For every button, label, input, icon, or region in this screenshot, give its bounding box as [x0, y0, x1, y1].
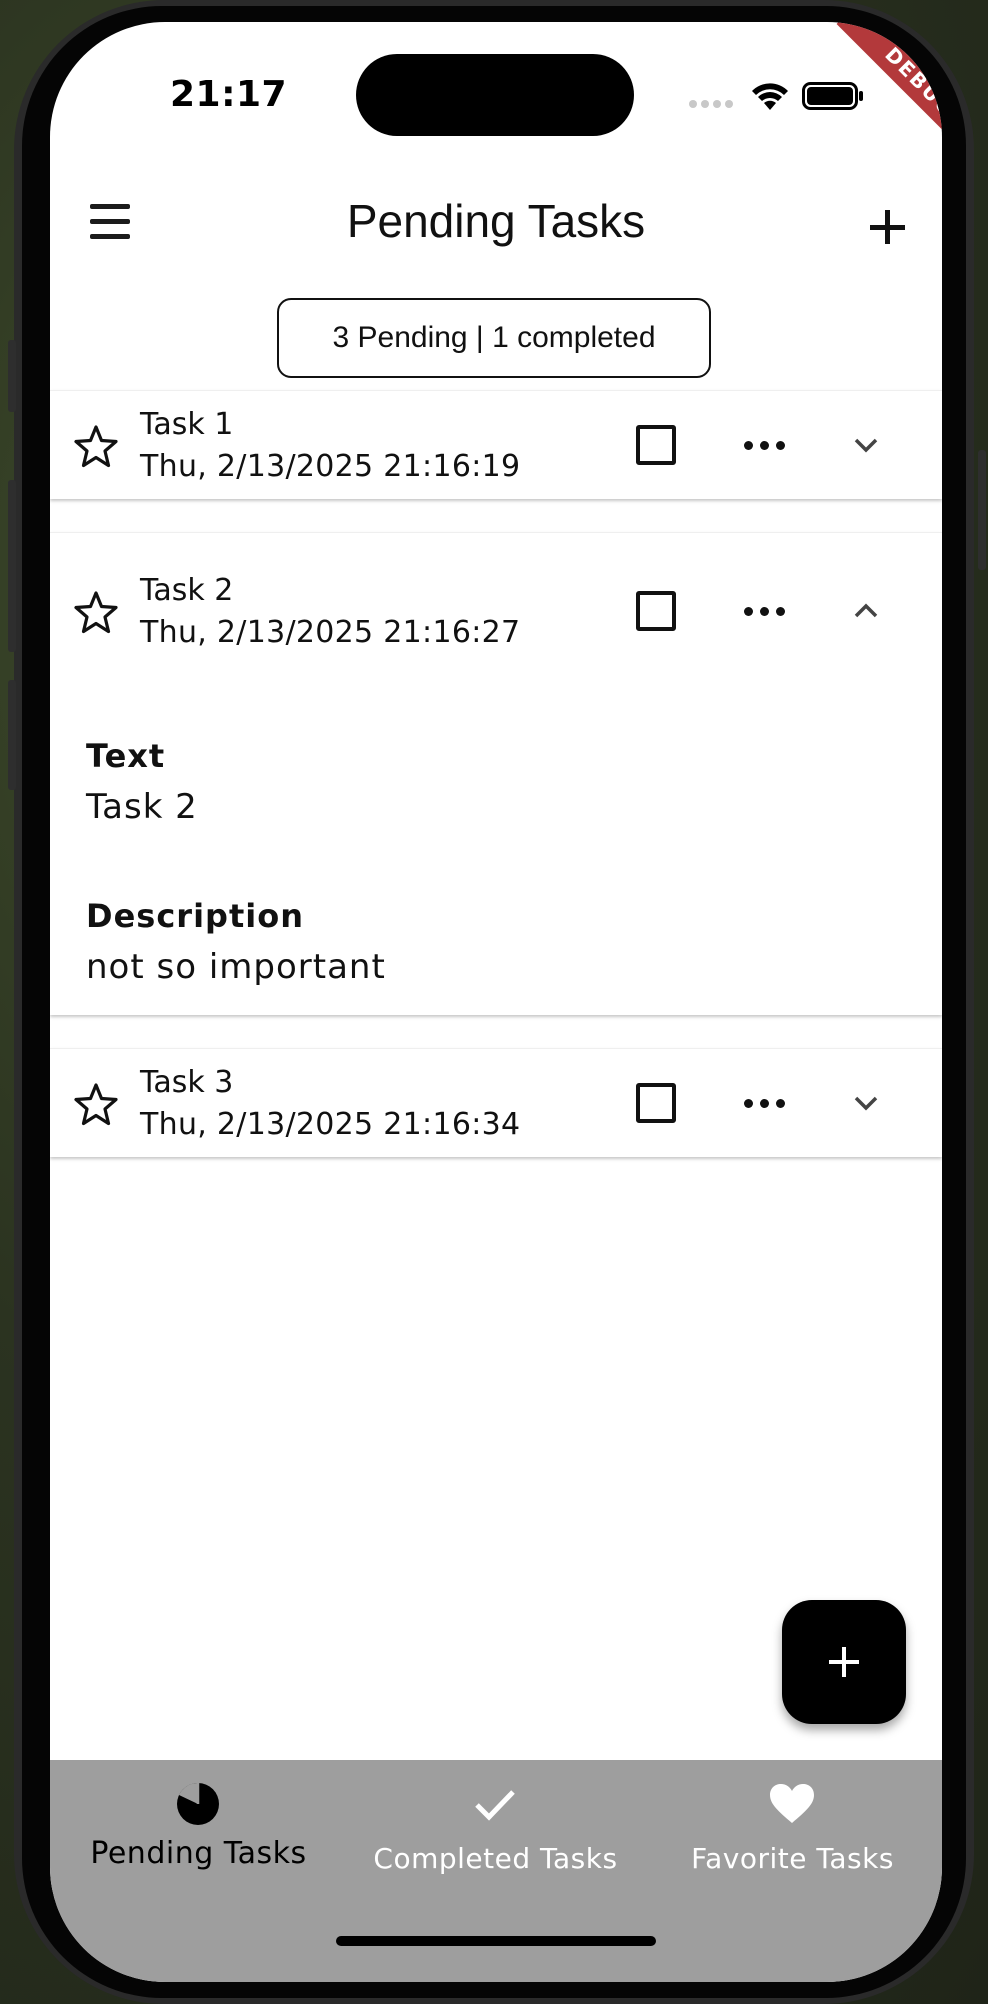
side-button-power — [978, 450, 986, 570]
debug-label: DEBUG — [836, 22, 942, 162]
nav-item-completed-tasks[interactable]: Completed Tasks — [347, 1760, 644, 1900]
dynamic-island — [356, 54, 634, 136]
chevron-up-icon[interactable] — [846, 591, 886, 631]
wifi-icon — [752, 83, 788, 110]
task-name: Task 1 — [140, 407, 234, 442]
task-card: Task 1 Thu, 2/13/2025 21:16:19 — [50, 390, 942, 499]
status-time: 21:17 — [170, 74, 288, 115]
more-options-icon[interactable] — [744, 595, 788, 627]
side-button-volume-up — [8, 480, 16, 652]
task-card: Task 2 Thu, 2/13/2025 21:16:27 Text Task… — [50, 532, 942, 1015]
cellular-signal-icon — [689, 100, 733, 108]
more-options-icon[interactable] — [744, 429, 788, 461]
plus-icon — [870, 210, 905, 244]
pie-chart-icon — [177, 1783, 219, 1825]
text-value: Task 2 — [86, 787, 198, 827]
star-outline-icon[interactable] — [72, 423, 120, 471]
description-value: not so important — [86, 947, 386, 987]
task-date: Thu, 2/13/2025 21:16:34 — [140, 1107, 521, 1142]
more-options-icon[interactable] — [744, 1087, 788, 1119]
complete-checkbox[interactable] — [636, 1083, 676, 1123]
side-button-action — [8, 340, 16, 412]
complete-checkbox[interactable] — [636, 425, 676, 465]
task-name: Task 2 — [140, 573, 234, 608]
add-task-button[interactable] — [860, 200, 916, 256]
description-label: Description — [86, 897, 304, 935]
app-screen: 21:17 DEBUG Pending Tasks 3 Pending | 1 … — [50, 22, 942, 1982]
debug-banner: DEBUG — [802, 22, 942, 162]
bottom-navigation-bar: Pending Tasks Completed Tasks Favorite T… — [50, 1760, 942, 1982]
task-header[interactable]: Task 3 Thu, 2/13/2025 21:16:34 — [50, 1049, 942, 1157]
page-title: Pending Tasks — [346, 195, 646, 247]
star-outline-icon[interactable] — [72, 589, 120, 637]
home-indicator[interactable] — [336, 1936, 656, 1946]
complete-checkbox[interactable] — [636, 591, 676, 631]
nav-label: Completed Tasks — [373, 1842, 618, 1875]
nav-item-pending-tasks[interactable]: Pending Tasks — [50, 1760, 347, 1900]
task-header[interactable]: Task 2 Thu, 2/13/2025 21:16:27 — [50, 557, 942, 665]
task-date: Thu, 2/13/2025 21:16:19 — [140, 449, 521, 484]
star-outline-icon[interactable] — [72, 1081, 120, 1129]
add-task-fab[interactable] — [782, 1600, 906, 1724]
nav-label: Favorite Tasks — [691, 1842, 894, 1875]
nav-label: Pending Tasks — [90, 1836, 307, 1871]
side-button-volume-down — [8, 680, 16, 790]
check-icon — [475, 1790, 515, 1821]
text-label: Text — [86, 737, 166, 775]
task-summary-chip: 3 Pending | 1 completed — [277, 298, 711, 378]
task-header[interactable]: Task 1 Thu, 2/13/2025 21:16:19 — [50, 391, 942, 499]
task-name: Task 3 — [140, 1065, 234, 1100]
task-card: Task 3 Thu, 2/13/2025 21:16:34 — [50, 1048, 942, 1157]
task-date: Thu, 2/13/2025 21:16:27 — [140, 615, 521, 650]
chevron-down-icon[interactable] — [846, 425, 886, 465]
heart-icon — [770, 1784, 814, 1823]
plus-icon — [829, 1647, 859, 1677]
nav-item-favorite-tasks[interactable]: Favorite Tasks — [644, 1760, 941, 1900]
chevron-down-icon[interactable] — [846, 1083, 886, 1123]
